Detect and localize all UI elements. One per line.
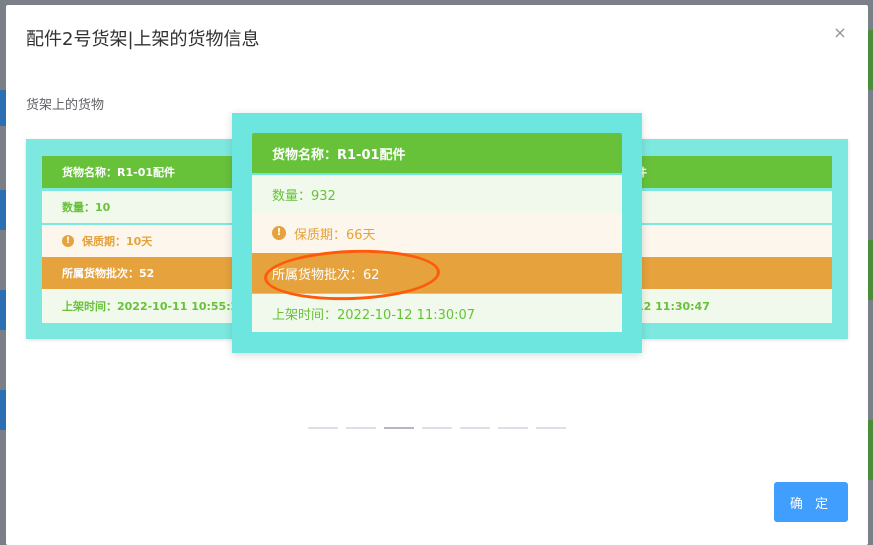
goods-batch — [642, 257, 832, 289]
carousel-indicator[interactable] — [460, 427, 490, 429]
goods-shelf-life: ! 保质期：66天 — [252, 213, 622, 253]
shelf-life-text: 保质期：66天 — [294, 227, 376, 243]
goods-card-active[interactable]: 货物名称：R1-01配件 数量：932 ! 保质期：66天 所属货物批次：62 … — [232, 113, 642, 353]
carousel-indicator[interactable] — [308, 427, 338, 429]
dialog-title: 配件2号货架|上架的货物信息 — [26, 29, 260, 50]
goods-shelf-life — [642, 225, 832, 257]
carousel-indicator-active[interactable] — [384, 427, 414, 429]
warning-icon: ! — [272, 226, 286, 240]
carousel-indicators — [308, 427, 566, 429]
goods-card-next[interactable]: 件 12 11:30:47 — [642, 139, 848, 339]
goods-quantity: 数量：932 — [252, 175, 622, 213]
shelved-time-tail: 12 11:30:47 — [642, 299, 710, 313]
goods-info-dialog: 配件2号货架|上架的货物信息 × 货架上的货物 货物名称：R1-01配件 数量：… — [6, 5, 868, 545]
carousel-indicator[interactable] — [346, 427, 376, 429]
goods-shelved-time: 12 11:30:47 — [642, 289, 832, 323]
section-label: 货架上的货物 — [26, 98, 105, 113]
goods-name: 件 — [642, 156, 832, 188]
warning-icon: ! — [62, 235, 74, 247]
confirm-button[interactable]: 确 定 — [774, 482, 848, 522]
close-icon[interactable]: × — [832, 25, 848, 41]
goods-batch: 所属货物批次：62 — [252, 253, 622, 293]
goods-quantity — [642, 191, 832, 223]
carousel-indicator[interactable] — [536, 427, 566, 429]
shelf-life-text: 保质期：10天 — [82, 235, 153, 248]
goods-shelved-time: 上架时间：2022-10-12 11:30:07 — [252, 294, 622, 332]
goods-name-tail: 件 — [642, 164, 647, 180]
goods-name: 货物名称：R1-01配件 — [252, 133, 622, 173]
carousel-indicator[interactable] — [422, 427, 452, 429]
carousel-indicator[interactable] — [498, 427, 528, 429]
